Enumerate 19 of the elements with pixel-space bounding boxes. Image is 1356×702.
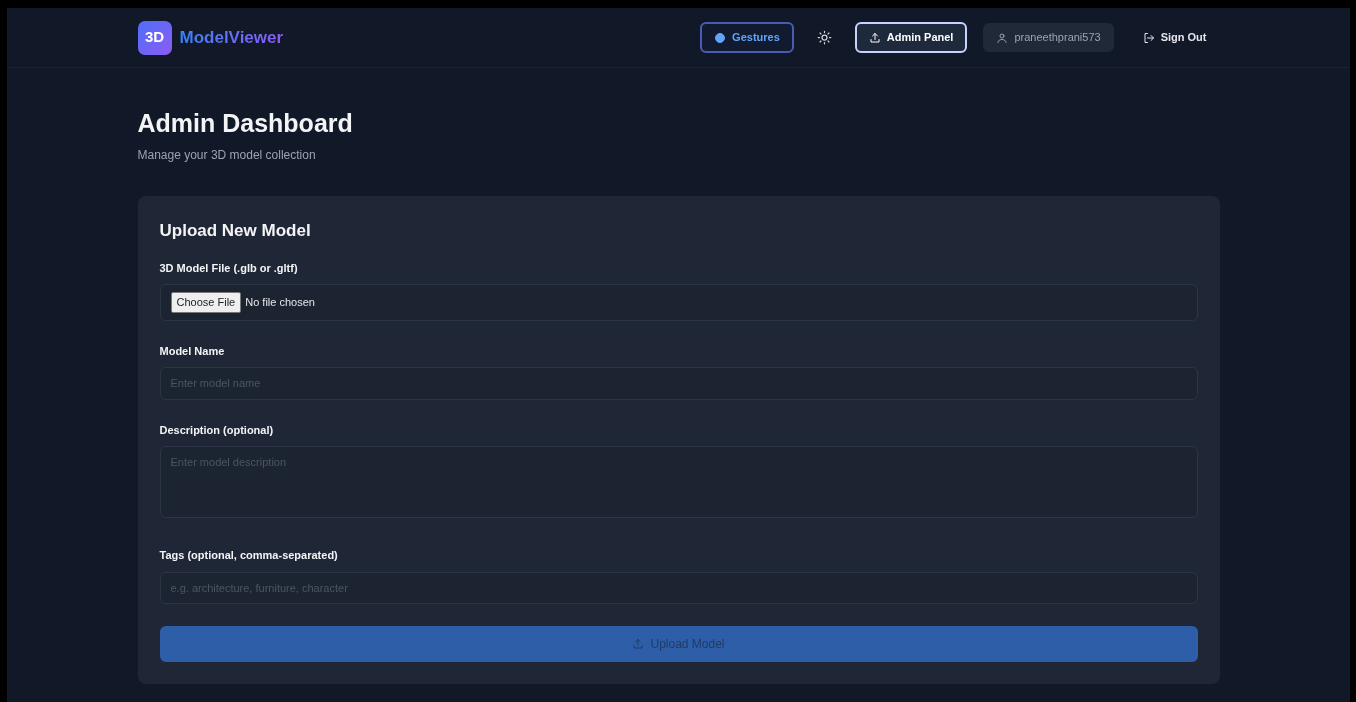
user-icon: [996, 31, 1009, 44]
nav-button[interactable]: Gestures: [700, 22, 794, 53]
sun-icon: [816, 30, 832, 45]
page-subtitle: Manage your 3D model collection: [137, 147, 317, 164]
user-chip[interactable]: praneethprani573: [983, 23, 1114, 52]
circle-icon: [714, 31, 727, 44]
card-title: Upload New Model: [159, 220, 312, 242]
upload-icon: [632, 638, 645, 650]
file-input[interactable]: Choose File No file chosen: [159, 284, 1198, 321]
sign-out-icon: [1142, 31, 1155, 44]
field-label: Description (optional): [159, 422, 275, 438]
field-label: Model Name: [159, 343, 226, 359]
logo[interactable]: 3D: [137, 20, 172, 55]
page-title: Admin Dashboard: [137, 108, 354, 138]
upload-icon: [868, 31, 881, 44]
sign-out-button[interactable]: Sign Out: [1129, 23, 1220, 52]
field-label: 3D Model File (.glb or .gltf): [159, 260, 299, 276]
nav-button[interactable]: Admin Panel: [854, 22, 968, 53]
field-label: Tags (optional, comma-separated): [159, 548, 339, 563]
